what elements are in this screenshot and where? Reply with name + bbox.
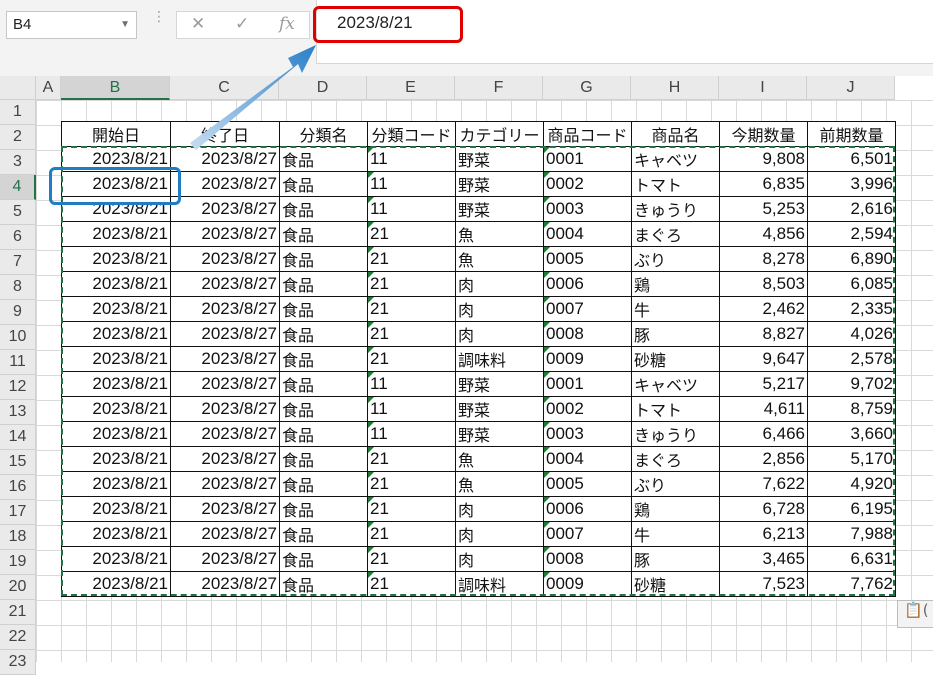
paste-options-button[interactable]: 📋( xyxy=(897,600,933,628)
clipboard-icon: 📋 xyxy=(904,601,923,619)
callout-arrow xyxy=(190,45,316,150)
arrow-icon xyxy=(190,45,316,150)
